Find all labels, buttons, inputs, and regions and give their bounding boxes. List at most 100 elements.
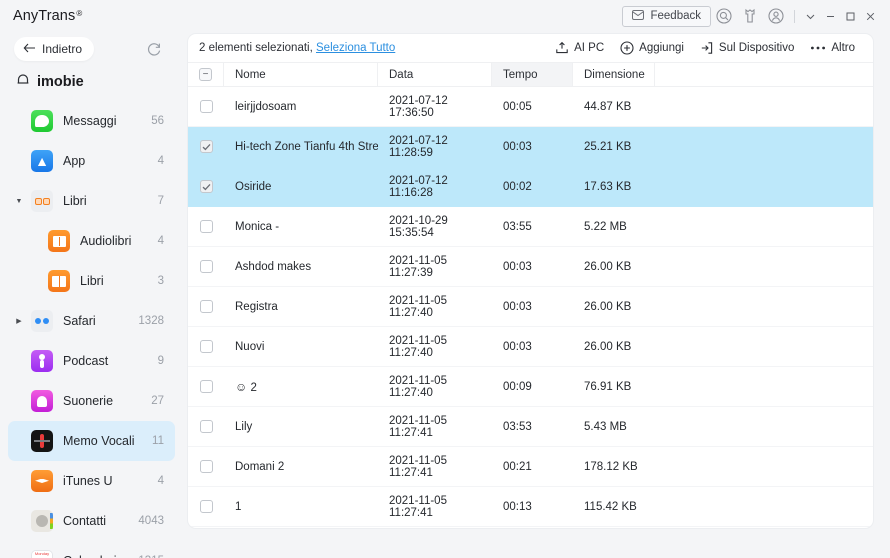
- row-checkbox-cell: [188, 380, 224, 393]
- cell-dimensione: 26.00 KB: [584, 340, 632, 353]
- arrow-left-icon: [23, 42, 36, 56]
- column-header-tempo[interactable]: Tempo: [492, 63, 573, 86]
- cell-tempo: 00:03: [503, 140, 532, 153]
- sidebar-item-count: 27: [151, 395, 164, 407]
- row-checkbox-cell: [188, 340, 224, 353]
- row-checkbox[interactable]: [199, 500, 213, 513]
- add-label: Aggiungi: [639, 42, 684, 54]
- sidebar-item-label: Contatti: [63, 514, 107, 528]
- sidebar-item-label: Memo Vocali: [63, 434, 135, 448]
- export-to-pc-label: AI PC: [574, 42, 605, 54]
- cell-dimensione: 76.91 KB: [584, 380, 632, 393]
- registered-mark: ®: [76, 9, 83, 18]
- device-icon: [16, 73, 30, 92]
- table-row[interactable]: Domani 2 2021-11-05 11:27:41 00:21 178.12 K…: [188, 447, 873, 487]
- row-checkbox[interactable]: [199, 340, 213, 353]
- cell-data: 2021-10-29 15:35:54: [389, 214, 448, 239]
- minimize-icon[interactable]: [820, 4, 840, 28]
- feedback-button[interactable]: Feedback: [622, 5, 711, 27]
- table-row[interactable]: Hi-tech Zone Tianfu 4th Street N.. 2021-0…: [188, 127, 873, 167]
- cell-name: Registra: [235, 300, 278, 313]
- emoji-glyph: ☺: [235, 379, 248, 394]
- to-device-icon: [700, 41, 714, 55]
- row-checkbox[interactable]: [199, 180, 213, 193]
- anytrans-window: AnyTrans ® Feedback Indietro imobie Mess…: [0, 0, 890, 558]
- table-row[interactable]: Ashdod makes 2021-11-05 11:27:39 00:03 26.0…: [188, 247, 873, 287]
- row-checkbox[interactable]: [199, 460, 213, 473]
- sidebar-item-audiolibri[interactable]: Audiolibri 4: [8, 221, 175, 261]
- cell-dimensione: 26.00 KB: [584, 300, 632, 313]
- table-row[interactable]: leirjjdosoam 2021-07-12 17:36:50 00:05 44.8…: [188, 87, 873, 127]
- content-panel: 2 elementi selezionati, Seleziona Tutto …: [188, 34, 873, 528]
- chevron-down-icon[interactable]: ▼: [14, 196, 24, 206]
- sidebar-item-label: Messaggi: [63, 114, 117, 128]
- table-row[interactable]: Registra 2021-11-05 11:27:40 00:03 26.00 KB: [188, 287, 873, 327]
- app-title: AnyTrans ®: [13, 8, 82, 24]
- to-device-button[interactable]: Sul Dispositivo: [694, 39, 800, 57]
- back-button[interactable]: Indietro: [14, 37, 95, 61]
- cell-tempo: 03:53: [503, 420, 532, 433]
- cell-tempo: 00:21: [503, 460, 532, 473]
- row-checkbox-cell: [188, 100, 224, 113]
- messages-icon: [31, 110, 53, 132]
- row-checkbox[interactable]: [199, 220, 213, 233]
- cell-name: Domani 2: [235, 460, 285, 473]
- sidebar-item-suonerie[interactable]: Suonerie 27: [8, 381, 175, 421]
- column-header-name[interactable]: Nome: [224, 63, 378, 86]
- table-row[interactable]: 1 2021-11-05 11:27:41 00:13 115.42 KB: [188, 487, 873, 527]
- table-row[interactable]: Lily 2021-11-05 11:27:41 03:53 5.43 MB: [188, 407, 873, 447]
- cell-name: Osiride: [235, 180, 272, 193]
- sidebar-item-label: Libri: [80, 274, 104, 288]
- sidebar-item-podcast[interactable]: Podcast 9: [8, 341, 175, 381]
- select-all-checkbox[interactable]: −: [199, 68, 212, 81]
- sidebar-item-label: Audiolibri: [80, 234, 132, 248]
- more-button[interactable]: Altro: [804, 40, 861, 56]
- row-checkbox[interactable]: [199, 100, 213, 113]
- row-checkbox[interactable]: [199, 380, 213, 393]
- row-checkbox-cell: [188, 220, 224, 233]
- cell-data: 2021-11-05 11:27:40: [389, 294, 447, 319]
- maximize-icon[interactable]: [840, 4, 860, 28]
- table-row[interactable]: ☺ 2 2021-11-05 11:27:40 00:09 76.91 KB: [188, 367, 873, 407]
- sidebar-item-itunes-u[interactable]: iTunes U 4: [8, 461, 175, 501]
- sidebar-item-safari[interactable]: ▶ Safari 1328: [8, 301, 175, 341]
- add-button[interactable]: Aggiungi: [614, 39, 690, 57]
- sidebar-item-count: 56: [151, 115, 164, 127]
- chevron-down-icon[interactable]: [800, 4, 820, 28]
- row-checkbox[interactable]: [199, 140, 213, 153]
- sidebar-item-app[interactable]: ▲ App 4: [8, 141, 175, 181]
- skin-icon[interactable]: [737, 3, 763, 29]
- column-header-dimensione[interactable]: Dimensione: [573, 63, 655, 86]
- row-checkbox[interactable]: [199, 260, 213, 273]
- table-row[interactable]: Osiride 2021-07-12 11:16:28 00:02 17.63 KB: [188, 167, 873, 207]
- title-bar-controls: Feedback: [622, 3, 890, 29]
- cell-name: Ashdod makes: [235, 260, 312, 273]
- cell-tempo: 03:55: [503, 220, 532, 233]
- sidebar-item-libri[interactable]: Libri 3: [8, 261, 175, 301]
- search-icon[interactable]: [711, 3, 737, 29]
- row-checkbox[interactable]: [199, 300, 213, 313]
- sidebar-item-memo-vocali[interactable]: Memo Vocali 11: [8, 421, 175, 461]
- sidebar-item-contatti[interactable]: Contatti 4043: [8, 501, 175, 541]
- table-row[interactable]: Monica - 2021-10-29 15:35:54 03:55 5.22 MB: [188, 207, 873, 247]
- column-header-data[interactable]: Data: [378, 63, 492, 86]
- sidebar-item-messaggi[interactable]: Messaggi 56: [8, 101, 175, 141]
- row-checkbox[interactable]: [199, 420, 213, 433]
- select-all-link[interactable]: Seleziona Tutto: [316, 42, 395, 54]
- account-icon[interactable]: [763, 3, 789, 29]
- sidebar-item-libri[interactable]: ▼ Libri 7: [8, 181, 175, 221]
- app-title-text: AnyTrans: [13, 8, 76, 24]
- refresh-icon[interactable]: [144, 39, 164, 59]
- sidebar-item-count: 1328: [138, 315, 164, 327]
- table-row[interactable]: Nuovi 2021-11-05 11:27:40 00:03 26.00 KB: [188, 327, 873, 367]
- export-to-pc-button[interactable]: AI PC: [549, 39, 610, 57]
- sidebar-item-label: Libri: [63, 194, 87, 208]
- device-row[interactable]: imobie: [0, 66, 183, 98]
- chevron-right-icon[interactable]: ▶: [14, 316, 24, 326]
- cell-data: 2021-07-12 17:36:50: [389, 94, 448, 119]
- voice-memo-icon: [31, 430, 53, 452]
- close-icon[interactable]: [860, 4, 880, 28]
- row-checkbox-cell: [188, 460, 224, 473]
- export-to-pc-icon: [555, 41, 569, 55]
- sidebar-item-calendario[interactable]: Monday5Calendario1315: [8, 541, 175, 558]
